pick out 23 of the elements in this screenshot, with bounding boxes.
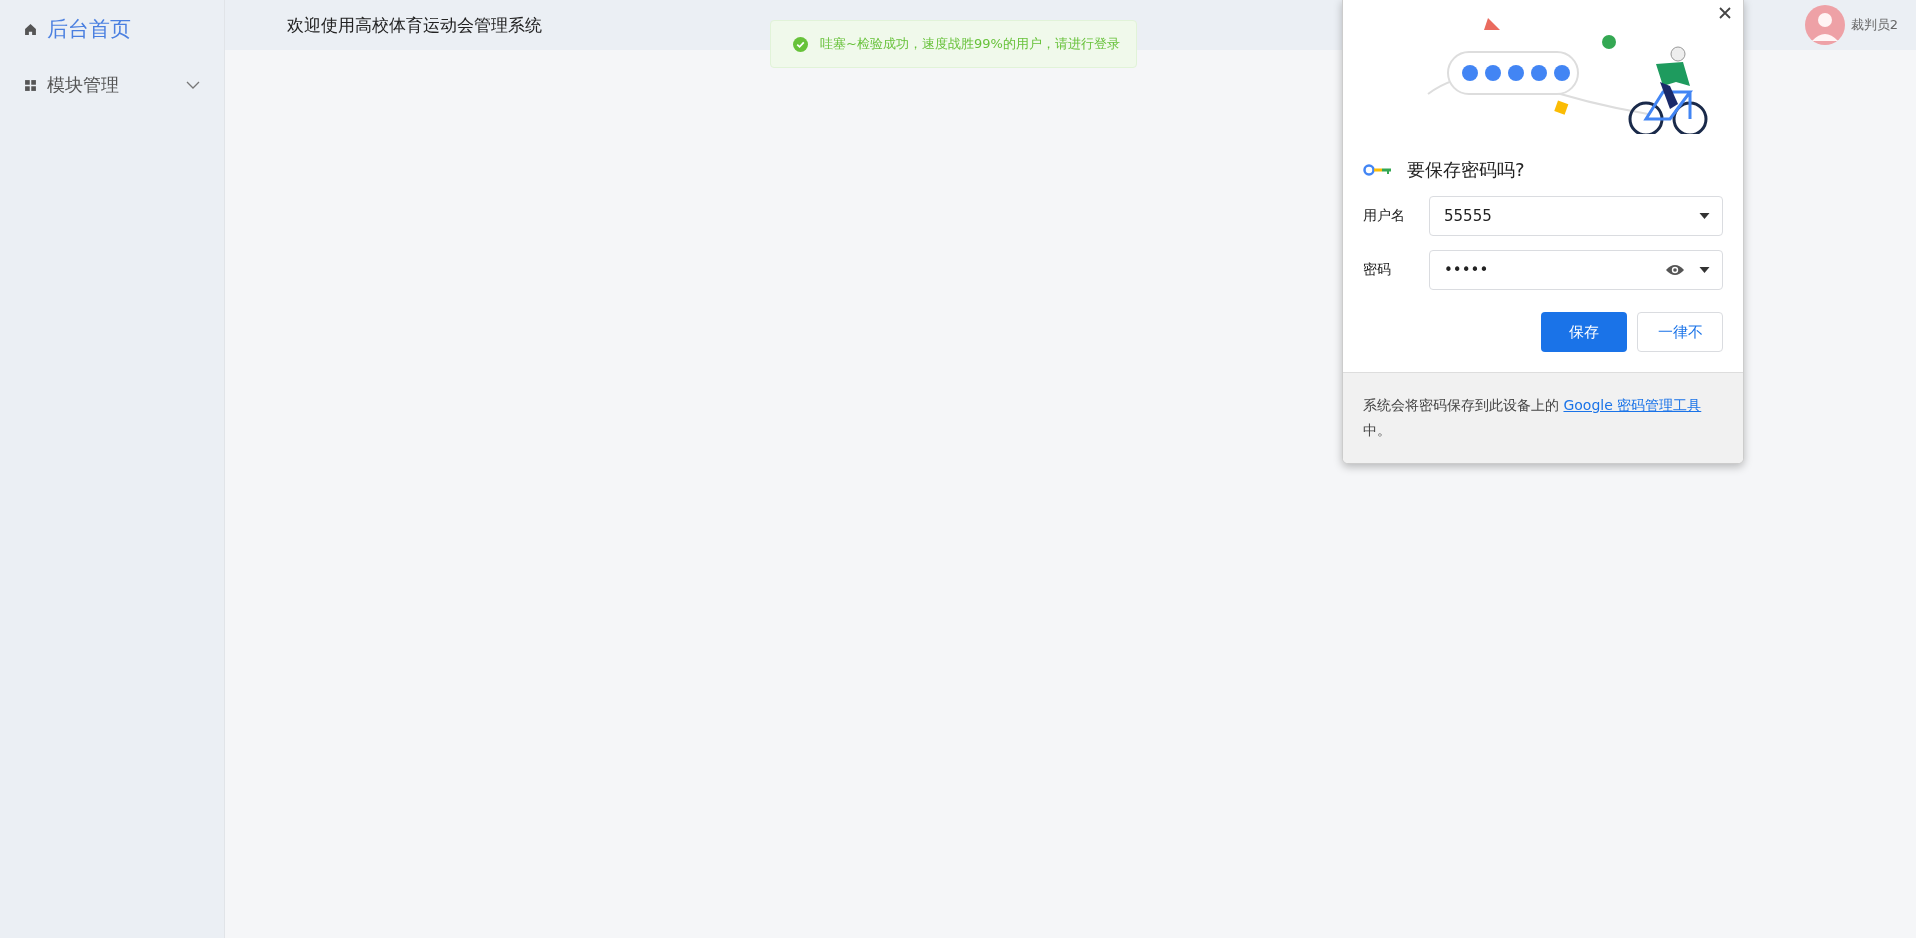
sidebar-item[interactable]: 模块管理 — [0, 64, 224, 106]
never-button[interactable]: 一律不 — [1637, 312, 1723, 352]
input-field[interactable]: 55555 — [1429, 196, 1723, 236]
grid-icon — [24, 78, 37, 92]
footer-text: 系统会将密码保存到此设备上的 Google 密码管理工具 中。 — [1363, 396, 1703, 441]
save-button[interactable]: 保存 — [1541, 312, 1627, 352]
page-title: 欢迎使用高校体育运动会管理系统 — [287, 13, 542, 37]
field-label: 用户名 — [1363, 207, 1406, 225]
input-field[interactable]: ••••• — [1429, 250, 1723, 290]
close-icon[interactable] — [1719, 7, 1731, 19]
eye-icon[interactable] — [1665, 263, 1685, 277]
key-icon — [1363, 163, 1393, 177]
password-manager-link[interactable]: Google 密码管理工具 — [1563, 397, 1702, 413]
sidebar-item[interactable]: 后台首页 — [0, 8, 224, 50]
check-circle-icon — [793, 36, 808, 52]
toast-message: 哇塞~检验成功，速度战胜99%的用户，请进行登录 — [820, 35, 1120, 53]
caret-icon[interactable] — [1699, 267, 1710, 273]
home-icon — [24, 22, 37, 36]
caret-icon[interactable] — [1699, 213, 1710, 219]
field-label: 密码 — [1363, 261, 1392, 279]
dialog-title: 要保存密码吗? — [1407, 158, 1525, 182]
user-name[interactable]: 裁判员2 — [1850, 16, 1898, 34]
chevron-down-icon — [186, 81, 200, 89]
